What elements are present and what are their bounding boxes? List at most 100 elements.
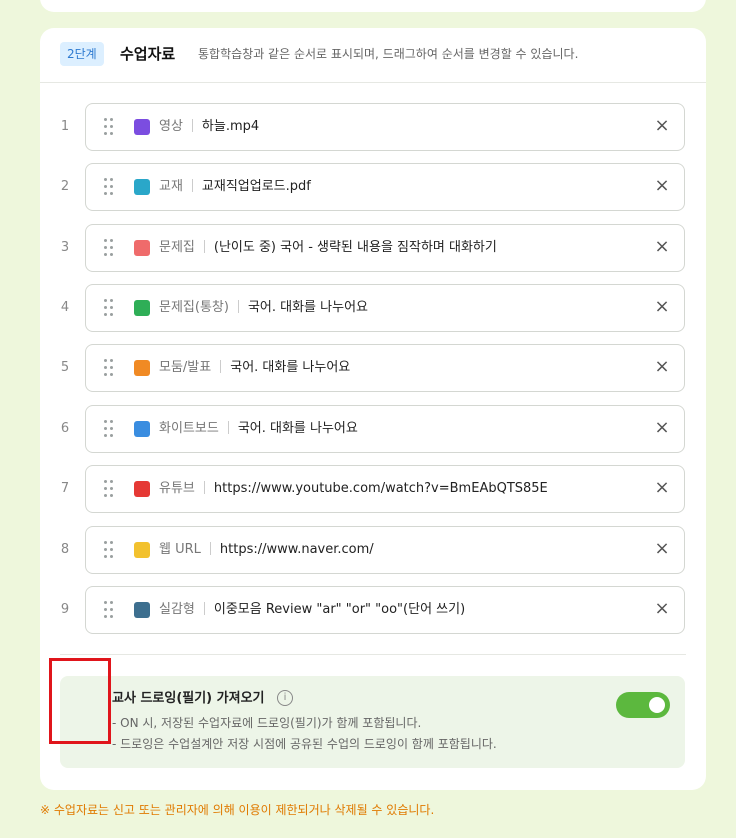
material-type: 영상 xyxy=(159,119,183,134)
remove-icon[interactable]: × xyxy=(654,177,670,195)
material-row[interactable]: 1 영상 하늘.mp4 × xyxy=(40,103,706,151)
remove-icon[interactable]: × xyxy=(654,600,670,618)
section-title: 수업자료 xyxy=(120,45,176,63)
row-number: 8 xyxy=(60,542,70,557)
material-type: 웹 URL xyxy=(159,542,201,557)
material-label: 문제집(통창) 국어. 대화를 나누어요 xyxy=(159,298,368,318)
web-url-icon xyxy=(134,542,150,558)
drag-handle-icon[interactable] xyxy=(104,601,114,619)
footer-note: ※ 수업자료는 신고 또는 관리자에 의해 이용이 제한되거나 삭제될 수 있습… xyxy=(40,803,435,817)
material-label: 웹 URL https://www.naver.com/ xyxy=(159,540,374,560)
drag-handle-icon[interactable] xyxy=(104,420,114,438)
material-label: 실감형 이중모음 Review "ar" "or" "oo"(단어 쓰기) xyxy=(159,600,465,620)
material-item[interactable]: 유튜브 https://www.youtube.com/watch?v=BmEAb… xyxy=(85,465,685,513)
material-row[interactable]: 2 교재 교재직업업로드.pdf × xyxy=(40,163,706,211)
separator xyxy=(209,542,211,555)
workbook-icon xyxy=(134,240,150,256)
row-number: 7 xyxy=(60,481,70,496)
highlight-annotation xyxy=(49,658,111,744)
drag-handle-icon[interactable] xyxy=(104,178,114,196)
material-name: (난이도 중) 국어 - 생략된 내용을 짐작하며 대화하기 xyxy=(213,240,497,255)
drag-handle-icon[interactable] xyxy=(104,541,114,559)
row-number: 2 xyxy=(60,179,70,194)
material-row[interactable]: 6 화이트보드 국어. 대화를 나누어요 × xyxy=(40,405,706,453)
option-description-line1: - ON 시, 저장된 수업자료에 드로잉(필기)가 함께 포함됩니다. xyxy=(112,716,422,730)
material-type: 교재 xyxy=(159,179,183,194)
material-item[interactable]: 모둠/발표 국어. 대화를 나누어요 × xyxy=(85,344,685,392)
separator xyxy=(191,179,193,192)
material-label: 문제집 (난이도 중) 국어 - 생략된 내용을 짐작하며 대화하기 xyxy=(159,238,497,258)
remove-icon[interactable]: × xyxy=(654,540,670,558)
option-description-line2: - 드로잉은 수업설계안 저장 시점에 공유된 수업의 드로잉이 함께 포함됩니… xyxy=(112,737,497,751)
drag-handle-icon[interactable] xyxy=(104,118,114,136)
immersive-icon xyxy=(134,602,150,618)
material-item[interactable]: 문제집 (난이도 중) 국어 - 생략된 내용을 짐작하며 대화하기 × xyxy=(85,224,685,272)
material-label: 영상 하늘.mp4 xyxy=(159,117,259,137)
material-name: https://www.naver.com/ xyxy=(219,542,374,557)
material-name: 이중모음 Review "ar" "or" "oo"(단어 쓰기) xyxy=(213,602,466,617)
row-number: 5 xyxy=(60,360,70,375)
separator xyxy=(203,481,205,494)
card-header: 2단계 수업자료 통합학습창과 같은 순서로 표시되며, 드래그하여 순서를 변… xyxy=(40,28,706,83)
textbook-icon xyxy=(134,179,150,195)
material-item[interactable]: 화이트보드 국어. 대화를 나누어요 × xyxy=(85,405,685,453)
teacher-drawing-option: 교사 드로잉(필기) 가져오기 i - ON 시, 저장된 수업자료에 드로잉(… xyxy=(60,676,685,768)
group-presentation-icon xyxy=(134,360,150,376)
material-row[interactable]: 9 실감형 이중모음 Review "ar" "or" "oo"(단어 쓰기) × xyxy=(40,586,706,634)
material-name: 교재직업업로드.pdf xyxy=(201,179,311,194)
material-type: 모둠/발표 xyxy=(159,360,212,375)
drag-handle-icon[interactable] xyxy=(104,359,114,377)
material-item[interactable]: 교재 교재직업업로드.pdf × xyxy=(85,163,685,211)
separator xyxy=(227,421,229,434)
material-type: 문제집(통창) xyxy=(159,300,229,315)
material-item[interactable]: 문제집(통창) 국어. 대화를 나누어요 × xyxy=(85,284,685,332)
separator xyxy=(237,300,239,313)
material-name: 국어. 대화를 나누어요 xyxy=(237,421,358,436)
material-name: https://www.youtube.com/watch?v=BmEAbQTS… xyxy=(213,481,548,496)
remove-icon[interactable]: × xyxy=(654,479,670,497)
material-label: 교재 교재직업업로드.pdf xyxy=(159,177,311,197)
material-type: 문제집 xyxy=(159,240,195,255)
lesson-materials-card: 2단계 수업자료 통합학습창과 같은 순서로 표시되며, 드래그하여 순서를 변… xyxy=(40,28,706,790)
material-name: 국어. 대화를 나누어요 xyxy=(230,360,351,375)
material-row[interactable]: 3 문제집 (난이도 중) 국어 - 생략된 내용을 짐작하며 대화하기 × xyxy=(40,224,706,272)
material-item[interactable]: 실감형 이중모음 Review "ar" "or" "oo"(단어 쓰기) × xyxy=(85,586,685,634)
option-title: 교사 드로잉(필기) 가져오기 xyxy=(112,691,265,706)
separator xyxy=(220,360,222,373)
material-row[interactable]: 8 웹 URL https://www.naver.com/ × xyxy=(40,526,706,574)
remove-icon[interactable]: × xyxy=(654,419,670,437)
material-row[interactable]: 5 모둠/발표 국어. 대화를 나누어요 × xyxy=(40,344,706,392)
whiteboard-icon xyxy=(134,421,150,437)
row-number: 9 xyxy=(60,602,70,617)
material-type: 유튜브 xyxy=(159,481,195,496)
drag-handle-icon[interactable] xyxy=(104,480,114,498)
row-number: 4 xyxy=(60,300,70,315)
row-number: 3 xyxy=(60,240,70,255)
remove-icon[interactable]: × xyxy=(654,358,670,376)
section-description: 통합학습창과 같은 순서로 표시되며, 드래그하여 순서를 변경할 수 있습니다… xyxy=(198,47,579,61)
material-row[interactable]: 7 유튜브 https://www.youtube.com/watch?v=BmEA… xyxy=(40,465,706,513)
drag-handle-icon[interactable] xyxy=(104,299,114,317)
material-type: 실감형 xyxy=(159,602,195,617)
drawing-toggle[interactable] xyxy=(616,692,670,718)
info-icon[interactable]: i xyxy=(277,690,293,706)
material-item[interactable]: 영상 하늘.mp4 × xyxy=(85,103,685,151)
material-name: 하늘.mp4 xyxy=(201,119,260,134)
material-label: 화이트보드 국어. 대화를 나누어요 xyxy=(159,419,358,439)
material-row[interactable]: 4 문제집(통창) 국어. 대화를 나누어요 × xyxy=(40,284,706,332)
separator xyxy=(191,119,193,132)
separator xyxy=(203,240,205,253)
previous-section-card xyxy=(40,0,706,12)
material-type: 화이트보드 xyxy=(159,421,219,436)
remove-icon[interactable]: × xyxy=(654,298,670,316)
video-icon xyxy=(134,119,150,135)
toggle-knob xyxy=(649,697,665,713)
remove-icon[interactable]: × xyxy=(654,117,670,135)
material-item[interactable]: 웹 URL https://www.naver.com/ × xyxy=(85,526,685,574)
divider xyxy=(60,654,686,655)
remove-icon[interactable]: × xyxy=(654,238,670,256)
material-label: 모둠/발표 국어. 대화를 나누어요 xyxy=(159,358,350,378)
material-name: 국어. 대화를 나누어요 xyxy=(247,300,368,315)
step-badge: 2단계 xyxy=(60,42,104,66)
drag-handle-icon[interactable] xyxy=(104,239,114,257)
